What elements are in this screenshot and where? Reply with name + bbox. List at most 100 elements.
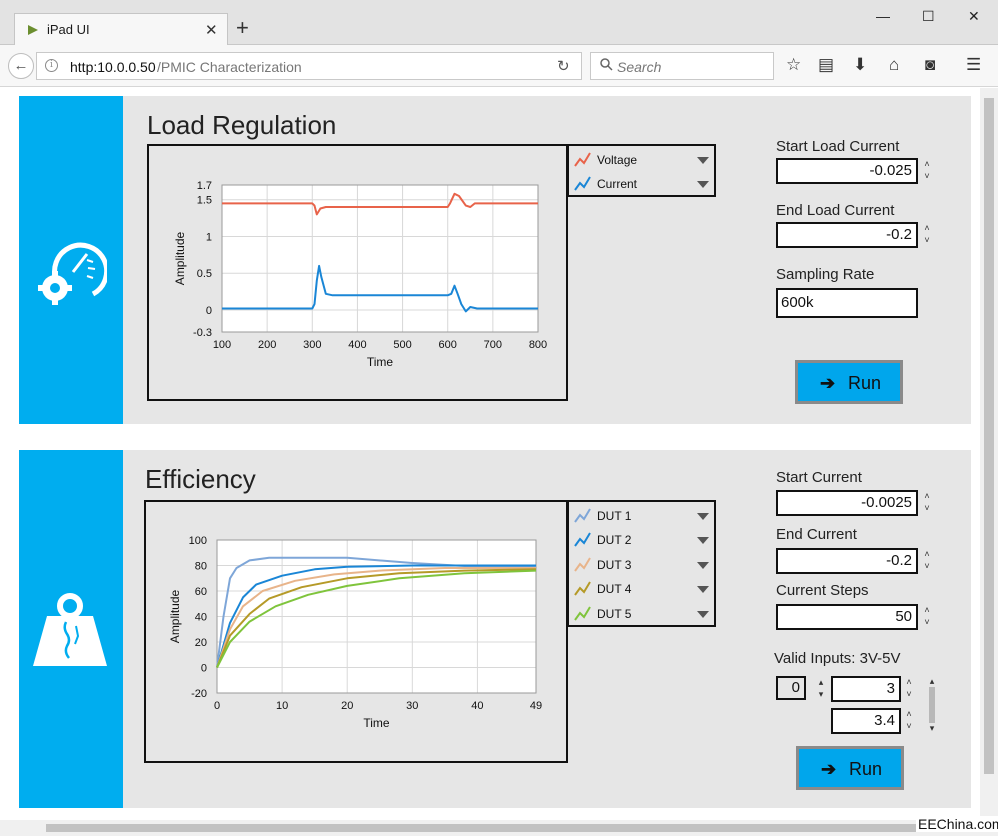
x-tick-label: 600 [439,339,457,351]
current-steps-stepper[interactable]: ˄ ˅ [921,604,933,630]
home-icon[interactable]: ⌂ [889,55,899,75]
valid-inputs-label: Valid Inputs: 3V-5V [774,650,901,667]
load-regulation-chart: 100 200 300 400 500 600 700 800 1.7 1.5 1 0.5 0 -0.3 T… [173,180,547,369]
line-plot-icon [574,557,591,572]
minimize-icon[interactable]: — [876,8,890,24]
line-plot-icon [574,152,591,167]
arrow-right-icon: ➔ [821,759,837,779]
y-tick-label: 1.7 [197,180,212,192]
legend-item-dut-4[interactable]: DUT 4 [569,577,713,601]
x-tick-label: 400 [348,339,366,351]
start-current-label: Start Current [776,469,862,486]
scroll-up-icon[interactable]: ▴ [925,676,939,687]
array-scrollbar[interactable]: ▴ ▾ [925,676,939,738]
menu-icon[interactable]: ☰ [966,55,981,75]
horizontal-scroll-thumb[interactable] [46,824,990,832]
chevron-down-icon[interactable] [697,157,709,164]
chevron-down-icon[interactable] [697,513,709,520]
current-steps-field[interactable]: 50 [776,604,918,630]
x-tick-label: 500 [393,339,411,351]
chevron-down-icon[interactable] [697,562,709,569]
legend-item-current[interactable]: Current [569,172,713,196]
x-tick-label: 700 [484,339,502,351]
start-current-field[interactable]: -0.0025 [776,490,918,516]
close-window-icon[interactable]: ✕ [968,8,980,25]
back-button[interactable]: ← [8,53,34,79]
navigation-bar: ← i http:10.0.0.50 /PMIC Characterizatio… [0,45,998,87]
legend-item-dut-2[interactable]: DUT 2 [569,528,713,552]
arrow-right-icon: ➔ [820,373,836,393]
legend-item-dut-5[interactable]: DUT 5 [569,602,713,626]
legend-item-dut-3[interactable]: DUT 3 [569,553,713,577]
url-host: http:10.0.0.50 [70,59,156,75]
address-bar[interactable]: i http:10.0.0.50 /PMIC Characterization … [36,52,582,80]
y-tick-label: -0.3 [193,327,212,339]
start-load-current-field[interactable]: -0.025 [776,158,918,184]
efficiency-legend: DUT 1 DUT 2 DUT 3 DUT 4 DUT 5 [567,500,716,627]
legend-label: DUT 5 [597,607,632,621]
current-steps-label: Current Steps [776,582,869,599]
start-load-current-stepper[interactable]: ˄ ˅ [921,158,933,184]
end-load-current-field[interactable]: -0.2 [776,222,918,248]
valid-input-2-stepper[interactable]: ˄ ˅ [903,708,915,734]
legend-item-voltage[interactable]: Voltage [569,148,713,172]
line-plot-icon [574,532,591,547]
chevron-down-icon[interactable] [697,586,709,593]
sampling-rate-label: Sampling Rate [776,266,875,283]
reload-icon[interactable]: ↻ [557,57,570,75]
y-tick-label: 1.5 [197,195,212,207]
weight-icon [33,593,107,666]
scroll-down-icon[interactable]: ▾ [925,723,939,734]
maximize-icon[interactable]: ☐ [922,8,935,25]
legend-item-dut-1[interactable]: DUT 1 [569,504,713,528]
y-tick-label: 1 [206,231,212,243]
download-icon[interactable]: ⬇ [853,55,867,75]
y-tick-label: 80 [195,561,207,573]
search-input[interactable]: Search [590,52,774,80]
load-regulation-run-button[interactable]: ➔ Run [795,360,903,404]
end-load-current-stepper[interactable]: ˄ ˅ [921,222,933,248]
end-load-current-label: End Load Current [776,202,895,219]
start-current-stepper[interactable]: ˄ ˅ [921,490,933,516]
app-logo-icon [28,25,38,35]
valid-input-2-field[interactable]: 3.4 [831,708,901,734]
legend-label: DUT 1 [597,509,632,523]
end-current-field[interactable]: -0.2 [776,548,918,574]
browser-window: iPad UI ✕ + — ☐ ✕ ← i http:10.0.0.50 /PM… [0,0,998,836]
chevron-down-icon[interactable] [697,611,709,618]
load-regulation-graph: 100 200 300 400 500 600 700 800 1.7 1.5 1 0.5 0 -0.3 T… [147,144,568,401]
array-index-stepper[interactable]: ▴ ▾ [815,676,827,702]
chevron-down-icon[interactable] [697,181,709,188]
line-plot-icon [574,606,591,621]
pocket-icon[interactable]: ◙ [925,55,935,75]
y-tick-label: 100 [189,535,207,547]
bookmark-star-icon[interactable]: ☆ [786,55,801,75]
y-tick-label: 20 [195,637,207,649]
chevron-down-icon[interactable] [697,537,709,544]
efficiency-run-button[interactable]: ➔ Run [796,746,904,790]
new-tab-button[interactable]: + [236,17,249,39]
info-icon[interactable]: i [45,59,58,72]
watermark: EEChina.com [916,816,998,832]
reading-list-icon[interactable]: ▤ [818,55,834,75]
browser-tab[interactable]: iPad UI ✕ [14,13,228,45]
end-current-stepper[interactable]: ˄ ˅ [921,548,933,574]
array-scroll-thumb[interactable] [929,687,935,723]
x-axis-label: Time [367,355,394,369]
sampling-rate-field[interactable]: 600k [776,288,918,318]
valid-input-1-field[interactable]: 3 [831,676,901,702]
x-tick-label: 40 [471,700,483,712]
valid-input-1-stepper[interactable]: ˄ ˅ [903,676,915,702]
run-button-label: Run [849,759,883,779]
search-placeholder: Search [617,59,662,75]
load-regulation-panel: Load Regulation 100 200 300 400 500 600 700 800… [19,96,971,424]
legend-label: DUT 2 [597,533,632,547]
y-axis-label: Amplitude [173,232,187,286]
efficiency-chart: 0 10 20 30 40 49 100 80 60 40 20 0 -20 Time Amplitude [168,535,542,730]
array-index-field[interactable]: 0 [776,676,806,700]
vertical-scroll-thumb[interactable] [984,98,994,774]
url-path: /PMIC Characterization [157,59,302,75]
efficiency-graph: 0 10 20 30 40 49 100 80 60 40 20 0 -20 Time Amplitude [144,500,568,763]
tab-close-button[interactable]: ✕ [205,21,218,39]
y-tick-label: 0 [201,663,207,675]
